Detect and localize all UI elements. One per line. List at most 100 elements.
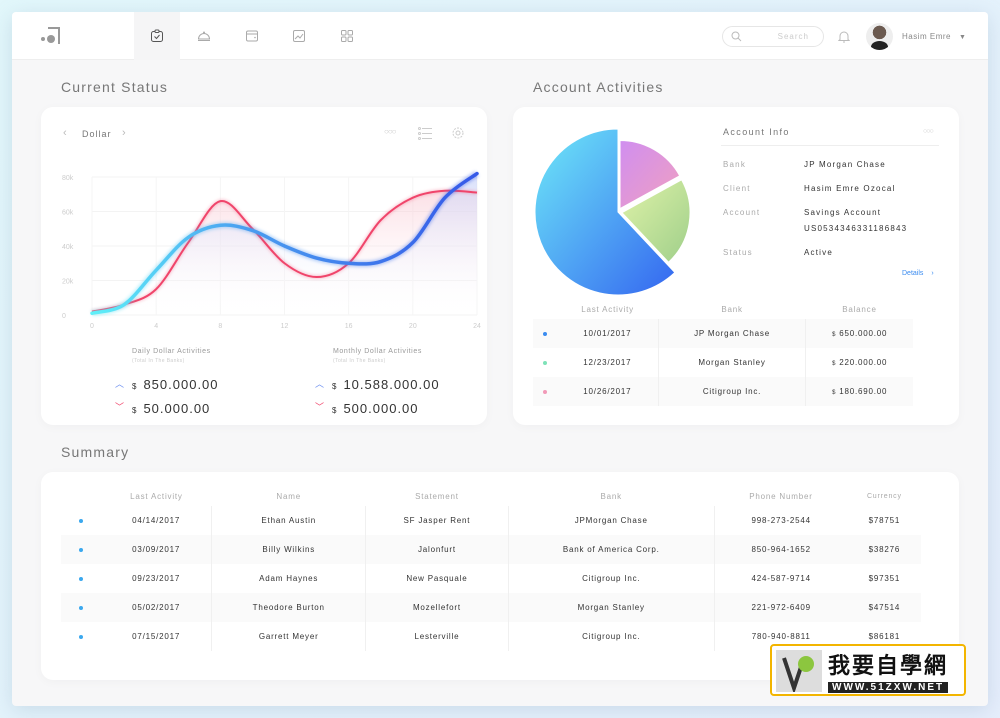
user-menu[interactable]: Hasim Emre ▼ (902, 32, 966, 41)
chevron-right-icon: › (931, 270, 934, 277)
row-dot (61, 506, 101, 535)
cell: Ethan Austin (211, 506, 366, 535)
details-label: Details (902, 270, 924, 277)
chevron-down-icon: ▼ (959, 34, 967, 41)
watermark: 我要自學網 WWW.51ZXW.NET (770, 644, 966, 696)
x-tick-label: 0 (90, 323, 94, 330)
balance-cell: $ 180.690.00 (805, 377, 913, 406)
monthly-down-value: $500.000.00 (332, 401, 419, 416)
client-key: Client (723, 184, 751, 193)
divider (721, 145, 939, 146)
cell: Lesterville (365, 622, 509, 651)
col-header: Phone Number (749, 491, 813, 501)
search-icon (731, 31, 742, 42)
table-row[interactable]: 10/01/2017 JP Morgan Chase $ 650.000.00 (533, 319, 913, 348)
table-row[interactable]: 04/14/2017 Ethan Austin SF Jasper Rent JPMo… (61, 506, 921, 535)
wallet-icon (246, 30, 258, 42)
table-row[interactable]: 05/02/2017 Theodore Burton Mozellefort Morg… (61, 593, 921, 622)
account-info-title: Account Info (723, 127, 790, 137)
chart-image-icon (293, 30, 305, 42)
dollar-sign: $ (832, 361, 837, 367)
y-tick-label: 80k (62, 175, 74, 182)
bank-cell: JP Morgan Chase (657, 319, 806, 348)
account-activities-card: Account Info ○○○ Bank JP Morgan Chase Cl… (513, 107, 959, 425)
search-input[interactable]: Search (722, 26, 824, 47)
col-header: Name (276, 491, 301, 501)
x-tick-label: 4 (154, 323, 158, 330)
arrow-down-icon: ﹀ (315, 402, 325, 412)
more-icon[interactable]: ○○○ (923, 128, 934, 135)
x-tick-label: 12 (281, 323, 289, 330)
bank-key: Bank (723, 160, 747, 169)
table-row[interactable]: 03/09/2017 Billy Wilkins Jalonfurt Bank of … (61, 535, 921, 564)
watermark-url: WWW.51ZXW.NET (828, 682, 949, 693)
arrow-up-icon: ︿ (315, 379, 325, 389)
row-dot (61, 535, 101, 564)
col-header: Bank (721, 304, 743, 314)
user-name: Hasim Emre (902, 32, 952, 41)
cell: 03/09/2017 (101, 535, 212, 564)
monthly-up-value: $10.588.000.00 (332, 377, 440, 392)
cell: $47514 (847, 593, 921, 622)
nav-chart[interactable] (276, 12, 322, 60)
cell: SF Jasper Rent (365, 506, 509, 535)
watermark-text: 我要自學網 (828, 653, 949, 678)
cell: 998-273-2544 (713, 506, 848, 535)
search-placeholder: Search (777, 32, 809, 41)
cell: Billy Wilkins (211, 535, 366, 564)
row-dot (61, 593, 101, 622)
table-row[interactable]: 12/23/2017 Morgan Stanley $ 220.000.00 (533, 348, 913, 377)
cell: 07/15/2017 (132, 632, 181, 641)
nav-clipboard[interactable] (134, 12, 180, 60)
cell: JPMorgan Chase (507, 506, 715, 535)
amount: 500.000.00 (343, 401, 419, 416)
cell: New Pasquale (365, 564, 509, 593)
summary-title: Summary (61, 444, 130, 460)
arrow-down-icon: ﹀ (115, 402, 125, 412)
nav-grid[interactable] (324, 12, 370, 60)
dollar-sign: $ (132, 406, 138, 415)
cell: Jalonfurt (365, 535, 509, 564)
nav-cloche[interactable] (181, 12, 227, 60)
account-activities-title: Account Activities (533, 79, 664, 95)
grid-icon (341, 30, 353, 42)
balance: 650.000.00 (839, 329, 888, 338)
bell-icon[interactable] (838, 30, 850, 43)
account-value: Savings Account (804, 208, 882, 217)
x-tick-label: 16 (345, 323, 353, 330)
nav-wallet[interactable] (229, 12, 275, 60)
amount: 50.000.00 (143, 401, 211, 416)
row-dot (61, 564, 101, 593)
daily-label: Daily Dollar Activities (132, 348, 211, 355)
table-row[interactable]: 09/23/2017 Adam Haynes New Pasquale Citigro… (61, 564, 921, 593)
monthly-sub: (Total In The Banks) (333, 358, 386, 364)
col-header: Last Activity (130, 491, 183, 501)
current-status-card: ‹ Dollar › ○○○ 0 20k 40k 60k 80k 0 4 8 12 16 20 24 … (41, 107, 487, 425)
details-link[interactable]: Details › (902, 270, 934, 277)
status-value: Active (804, 248, 833, 257)
cell: Morgan Stanley (507, 593, 715, 622)
amount: 850.000.00 (143, 377, 219, 392)
y-tick-label: 60k (62, 210, 74, 217)
cell: 05/02/2017 (101, 593, 212, 622)
y-tick-label: 20k (62, 279, 74, 286)
cell: 424-587-9714 (713, 564, 848, 593)
cell: Citigroup Inc. (507, 564, 715, 593)
table-row[interactable]: 10/26/2017 Citigroup Inc. $ 180.690.00 (533, 377, 913, 406)
col-header: Last Activity (581, 304, 634, 314)
balance: 220.000.00 (839, 358, 888, 367)
dollar-sign: $ (332, 406, 338, 415)
date-cell: 12/23/2017 (583, 358, 632, 367)
logo-icon (41, 27, 60, 44)
balance-cell: $ 220.000.00 (805, 348, 913, 377)
y-tick-label: 40k (62, 244, 74, 251)
balance-cell: $ 650.000.00 (805, 319, 913, 348)
col-header: Balance (842, 304, 877, 314)
cell: Citigroup Inc. (507, 622, 715, 651)
row-dot (533, 348, 557, 377)
avatar[interactable] (866, 23, 893, 50)
account-number: US0534346331186843 (804, 224, 908, 233)
dollar-sign: $ (832, 390, 837, 396)
x-tick-label: 8 (218, 323, 222, 330)
x-tick-label: 20 (409, 323, 417, 330)
